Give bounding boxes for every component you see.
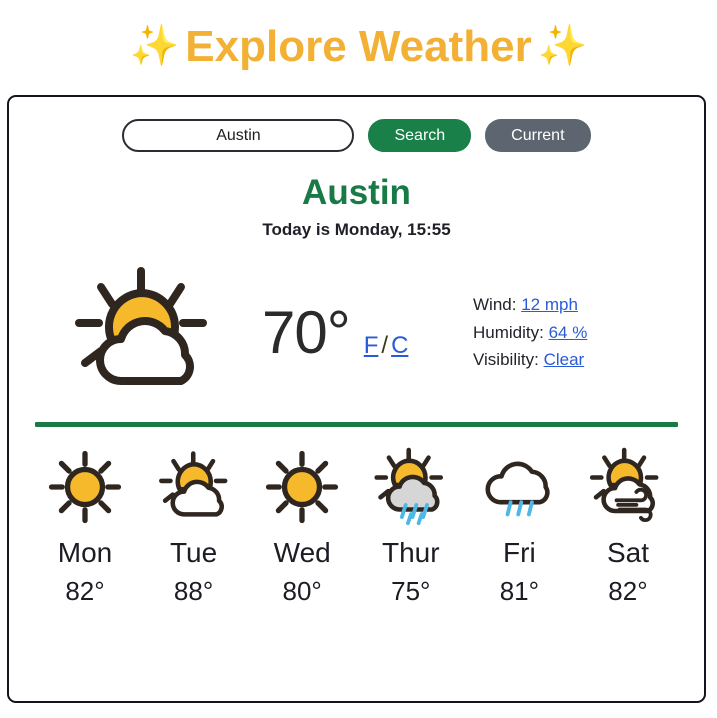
forecast-icon-cell — [31, 447, 139, 527]
unit-separator: / — [381, 332, 389, 359]
forecast-icon-cell — [357, 447, 465, 527]
unit-toggle: F / C — [364, 332, 409, 360]
forecast-day-tue[interactable]: Tue 88° — [140, 447, 248, 607]
weather-details: Wind: 12 mph Humidity: 64 % Visibility: … — [473, 291, 678, 374]
sparkle-right-icon: ✨ — [537, 24, 588, 68]
forecast-day-temp: 88° — [173, 575, 214, 606]
today-date-time: Today is Monday, 15:55 — [262, 219, 451, 239]
sun-icon — [266, 450, 339, 523]
search-button[interactable]: Search — [368, 119, 472, 152]
detail-visibility-label: Visibility: — [473, 350, 539, 370]
detail-humidity-label: Humidity: — [473, 322, 544, 342]
city-name: Austin — [302, 173, 411, 212]
rain-cloud-icon — [485, 461, 550, 516]
forecast-row: Mon 82° Tue 88° Wed 80° Thur 75° Fri 81°… — [9, 427, 704, 607]
forecast-icon-cell — [574, 447, 682, 527]
detail-wind: Wind: 12 mph — [473, 291, 678, 319]
sun-behind-wind-cloud-icon — [589, 447, 659, 522]
forecast-day-label: Thur — [381, 536, 440, 568]
forecast-icon-cell — [465, 447, 573, 527]
forecast-day-temp: 80° — [282, 575, 322, 606]
detail-wind-value[interactable]: 12 mph — [521, 295, 578, 314]
forecast-icon-cell — [140, 447, 248, 527]
detail-visibility: Visibility: Clear — [473, 346, 678, 374]
detail-humidity: Humidity: 64 % — [473, 319, 678, 347]
forecast-day-temp: 82° — [65, 575, 105, 606]
current-location-button[interactable]: Current — [485, 119, 591, 152]
sun-icon — [48, 450, 122, 523]
search-bar: Search Current — [9, 97, 704, 152]
forecast-day-mon[interactable]: Mon 82° — [31, 447, 139, 607]
sparkle-left-icon: ✨ — [129, 24, 180, 68]
forecast-day-label: Tue — [169, 536, 218, 568]
forecast-day-label: Mon — [57, 536, 113, 568]
detail-wind-label: Wind: — [473, 295, 517, 315]
page-title-text: Explore Weather — [185, 22, 532, 71]
forecast-day-label: Sat — [606, 536, 649, 568]
unit-fahrenheit-link[interactable]: F — [364, 332, 379, 359]
forecast-day-label: Wed — [273, 536, 331, 568]
page-title: ✨ Explore Weather ✨ — [0, 0, 717, 70]
forecast-day-sat[interactable]: Sat 82° — [574, 447, 682, 607]
forecast-day-temp: 75° — [391, 575, 431, 606]
sun-behind-cloud-icon — [158, 450, 228, 517]
current-conditions: 70° F / C Wind: 12 mph Humidity: 64 % Visi… — [9, 258, 704, 408]
temperature-block: 70° F / C — [250, 298, 473, 367]
unit-celsius-link[interactable]: C — [391, 332, 408, 359]
current-temperature: 70° — [262, 299, 351, 366]
weather-card: Search Current Austin Today is Monday, 1… — [7, 95, 706, 703]
search-input[interactable] — [122, 119, 355, 152]
forecast-day-label: Fri — [503, 536, 536, 568]
forecast-day-fri[interactable]: Fri 81° — [465, 447, 573, 607]
forecast-day-wed[interactable]: Wed 80° — [248, 447, 356, 607]
forecast-icon-cell — [248, 447, 356, 527]
current-weather-icon-cell — [35, 263, 250, 403]
forecast-day-temp: 81° — [499, 575, 540, 606]
sun-behind-rain-cloud-icon — [374, 447, 443, 525]
forecast-day-temp: 82° — [608, 575, 648, 606]
forecast-day-thur[interactable]: Thur 75° — [357, 447, 465, 607]
detail-visibility-value[interactable]: Clear — [544, 350, 585, 369]
detail-humidity-value[interactable]: 64 % — [549, 323, 588, 342]
sun-behind-cloud-icon — [74, 266, 207, 385]
